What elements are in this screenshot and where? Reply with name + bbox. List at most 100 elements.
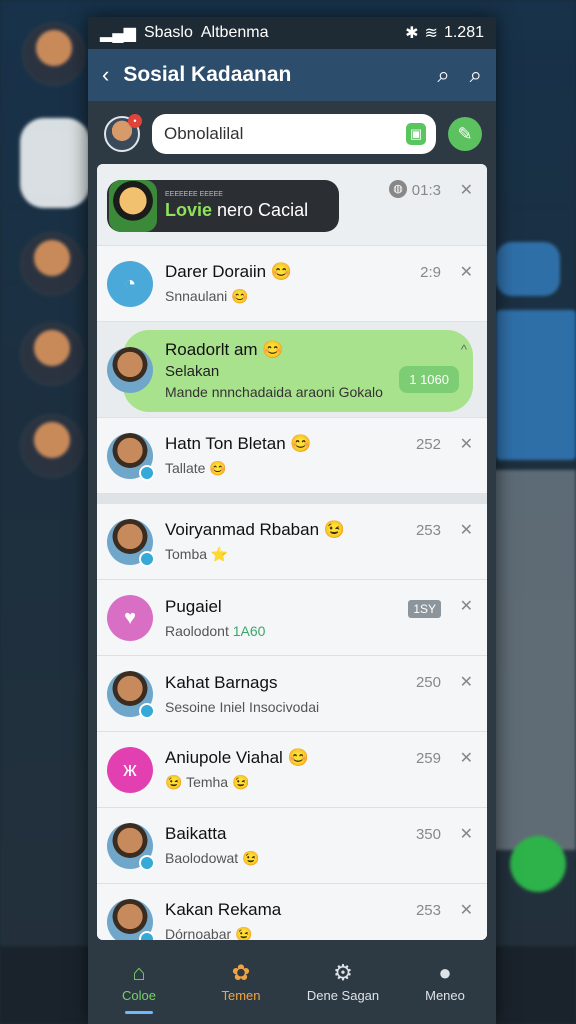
network-label: Altbenma xyxy=(200,24,269,41)
chat-row[interactable]: Kahat Barnags Sesoine Iniel Insocivodai … xyxy=(97,656,487,732)
highlighted-chat-row[interactable]: Roadorlt am 😊 Selakan Mande nnnchadaida … xyxy=(97,322,487,418)
chat-time: 252 xyxy=(415,436,441,453)
online-badge xyxy=(139,464,155,481)
online-badge xyxy=(139,550,155,567)
friends-icon: ✿ xyxy=(231,960,251,985)
avatar xyxy=(107,346,153,393)
sticker-icon[interactable]: ▣ xyxy=(406,123,426,145)
close-icon[interactable]: ✕ xyxy=(460,824,473,844)
avatar xyxy=(107,898,155,940)
close-icon[interactable]: ✕ xyxy=(460,672,473,692)
edit-button[interactable]: ✎ xyxy=(448,117,482,151)
promo-time: 01:3 xyxy=(411,182,441,199)
chat-row[interactable]: ж Aniupole Viahal 😊 😉 Temha 😉 259 ✕ xyxy=(97,732,487,808)
background-panel xyxy=(488,470,576,850)
chat-preview: Dórnoabar 😉 xyxy=(165,926,253,940)
status-time: 1.281 xyxy=(443,24,484,41)
chat-time: 350 xyxy=(415,826,441,843)
butterfly-icon: ж xyxy=(107,746,153,793)
home-icon: ⌂ xyxy=(132,960,146,985)
chat-preview: Snnaulani 😊 xyxy=(165,288,249,304)
close-icon[interactable]: ✕ xyxy=(460,520,473,540)
nav-friends[interactable]: ✿ Temen xyxy=(190,946,292,1024)
search-row: • Obnolalilal ▣ ✎ xyxy=(88,101,496,167)
promo-text: Lovie nero Cacial xyxy=(165,200,308,221)
close-icon[interactable]: ✕ xyxy=(460,900,473,920)
online-badge xyxy=(139,854,155,871)
chat-time: 2:9 xyxy=(420,264,441,281)
notification-dot-icon: • xyxy=(128,114,142,128)
bottom-navigation: ⌂ Coloe ✿ Temen ⚙ Dene Sagan ● Meneo xyxy=(88,946,496,1024)
signal-icon: ▂▄▆ xyxy=(100,25,136,42)
close-icon[interactable]: ✕ xyxy=(460,596,473,616)
avatar xyxy=(107,822,155,871)
promo-row[interactable]: ΕΕΕΕΕΕΕ ΕΕΕΕΕ Lovie nero Cacial ◍ 01:3 ✕ xyxy=(97,164,487,246)
main-window: ▂▄▆ Sbaslo Altbenma ✱ ≋ 1.281 ‹ Sosial K… xyxy=(88,17,496,1024)
background-fab xyxy=(510,836,566,892)
chat-preview: Tallate 😊 xyxy=(165,460,227,476)
online-badge xyxy=(139,930,155,940)
background-avatar xyxy=(20,322,84,386)
nav-label: Dene Sagan xyxy=(306,988,380,1003)
chat-preview: 😉 Temha 😉 xyxy=(165,774,250,790)
back-arrow-icon[interactable]: ‹ xyxy=(102,62,109,88)
chat-time: 253 xyxy=(415,522,441,539)
mute-icon: ◍ xyxy=(389,180,407,198)
highlight-action-button[interactable]: 1 1060 xyxy=(399,366,459,393)
chat-tag-badge: 1SY xyxy=(408,600,441,618)
chat-row[interactable]: ◔ Darer Doraiin 😊 Snnaulani 😊 2:9 ✕ xyxy=(97,246,487,322)
background-strip xyxy=(496,242,560,296)
chat-bubble-icon: ◔ xyxy=(107,260,153,307)
app-bar: ‹ Sosial Kadaanan ⌕ ⌕ xyxy=(88,49,496,101)
close-icon[interactable]: ✕ xyxy=(460,434,473,454)
chat-preview: Tomba ⭐ xyxy=(165,546,229,562)
avatar xyxy=(107,518,155,567)
background-avatar xyxy=(20,414,84,478)
close-icon[interactable]: ✕ xyxy=(460,262,473,282)
section-divider xyxy=(97,494,487,504)
avatar xyxy=(107,432,155,481)
nav-label: Temen xyxy=(221,988,261,1003)
chat-name: Roadorlt am 😊 xyxy=(165,339,284,359)
chat-preview: Baolodowat 😉 xyxy=(165,850,260,866)
promo-banner[interactable]: ΕΕΕΕΕΕΕ ΕΕΕΕΕ Lovie nero Cacial xyxy=(107,180,339,232)
chat-preview: Sesoine Iniel Insocivodai xyxy=(165,698,320,715)
chat-preview-extra: 1A60 xyxy=(232,622,266,639)
chat-row[interactable]: Kakan Rekama Dórnoabar 😉 253 ✕ xyxy=(97,884,487,940)
search-alt-icon[interactable]: ⌕ xyxy=(470,62,482,88)
chat-row[interactable]: ♥ Pugaiel Raolodont 1A60 1SY ✕ xyxy=(97,580,487,656)
chat-time: 259 xyxy=(415,750,441,767)
nav-label: Coloe xyxy=(122,988,156,1003)
chat-row[interactable]: Hatn Ton Bletan 😊 Tallate 😊 252 ✕ xyxy=(97,418,487,494)
chat-time: 253 xyxy=(415,902,441,919)
promo-character-image xyxy=(109,180,157,232)
search-input[interactable]: Obnolalilal ▣ xyxy=(152,114,436,154)
background-avatar xyxy=(22,22,86,86)
promo-white-text: nero Cacial xyxy=(217,200,309,220)
background-avatar xyxy=(20,232,84,296)
carrier-label: Sbaslo xyxy=(143,24,193,41)
settings-icon: ⚙ xyxy=(333,960,353,985)
chat-row[interactable]: Voiryanmad Rbaban 😉 Tomba ⭐ 253 ✕ xyxy=(97,504,487,580)
status-bar: ▂▄▆ Sbaslo Altbenma ✱ ≋ 1.281 xyxy=(88,17,496,49)
chat-list: ΕΕΕΕΕΕΕ ΕΕΕΕΕ Lovie nero Cacial ◍ 01:3 ✕… xyxy=(97,164,487,940)
person-icon: ● xyxy=(438,960,452,985)
search-input-value: Obnolalilal xyxy=(164,124,244,143)
chevron-up-icon[interactable]: ^ xyxy=(461,342,467,357)
chat-time: 250 xyxy=(415,674,441,691)
background-strip xyxy=(496,310,576,460)
close-icon[interactable]: ✕ xyxy=(460,180,473,200)
chat-row[interactable]: Baikatta Baolodowat 😉 350 ✕ xyxy=(97,808,487,884)
nav-profile[interactable]: ● Meneo xyxy=(394,946,496,1024)
my-avatar[interactable]: • xyxy=(104,114,142,152)
chat-preview: Raolodont 1A60 xyxy=(165,623,487,639)
heart-icon: ♥ xyxy=(107,594,153,641)
promo-green-text: Lovie xyxy=(165,200,213,220)
app-title: Sosial Kadaanan xyxy=(123,63,292,86)
nav-label: Meneo xyxy=(425,988,465,1003)
nav-home[interactable]: ⌂ Coloe xyxy=(88,946,190,1024)
search-icon[interactable]: ⌕ xyxy=(437,62,449,88)
chat-preview-text: Raolodont xyxy=(165,622,229,639)
close-icon[interactable]: ✕ xyxy=(460,748,473,768)
nav-settings[interactable]: ⚙ Dene Sagan xyxy=(292,946,394,1024)
